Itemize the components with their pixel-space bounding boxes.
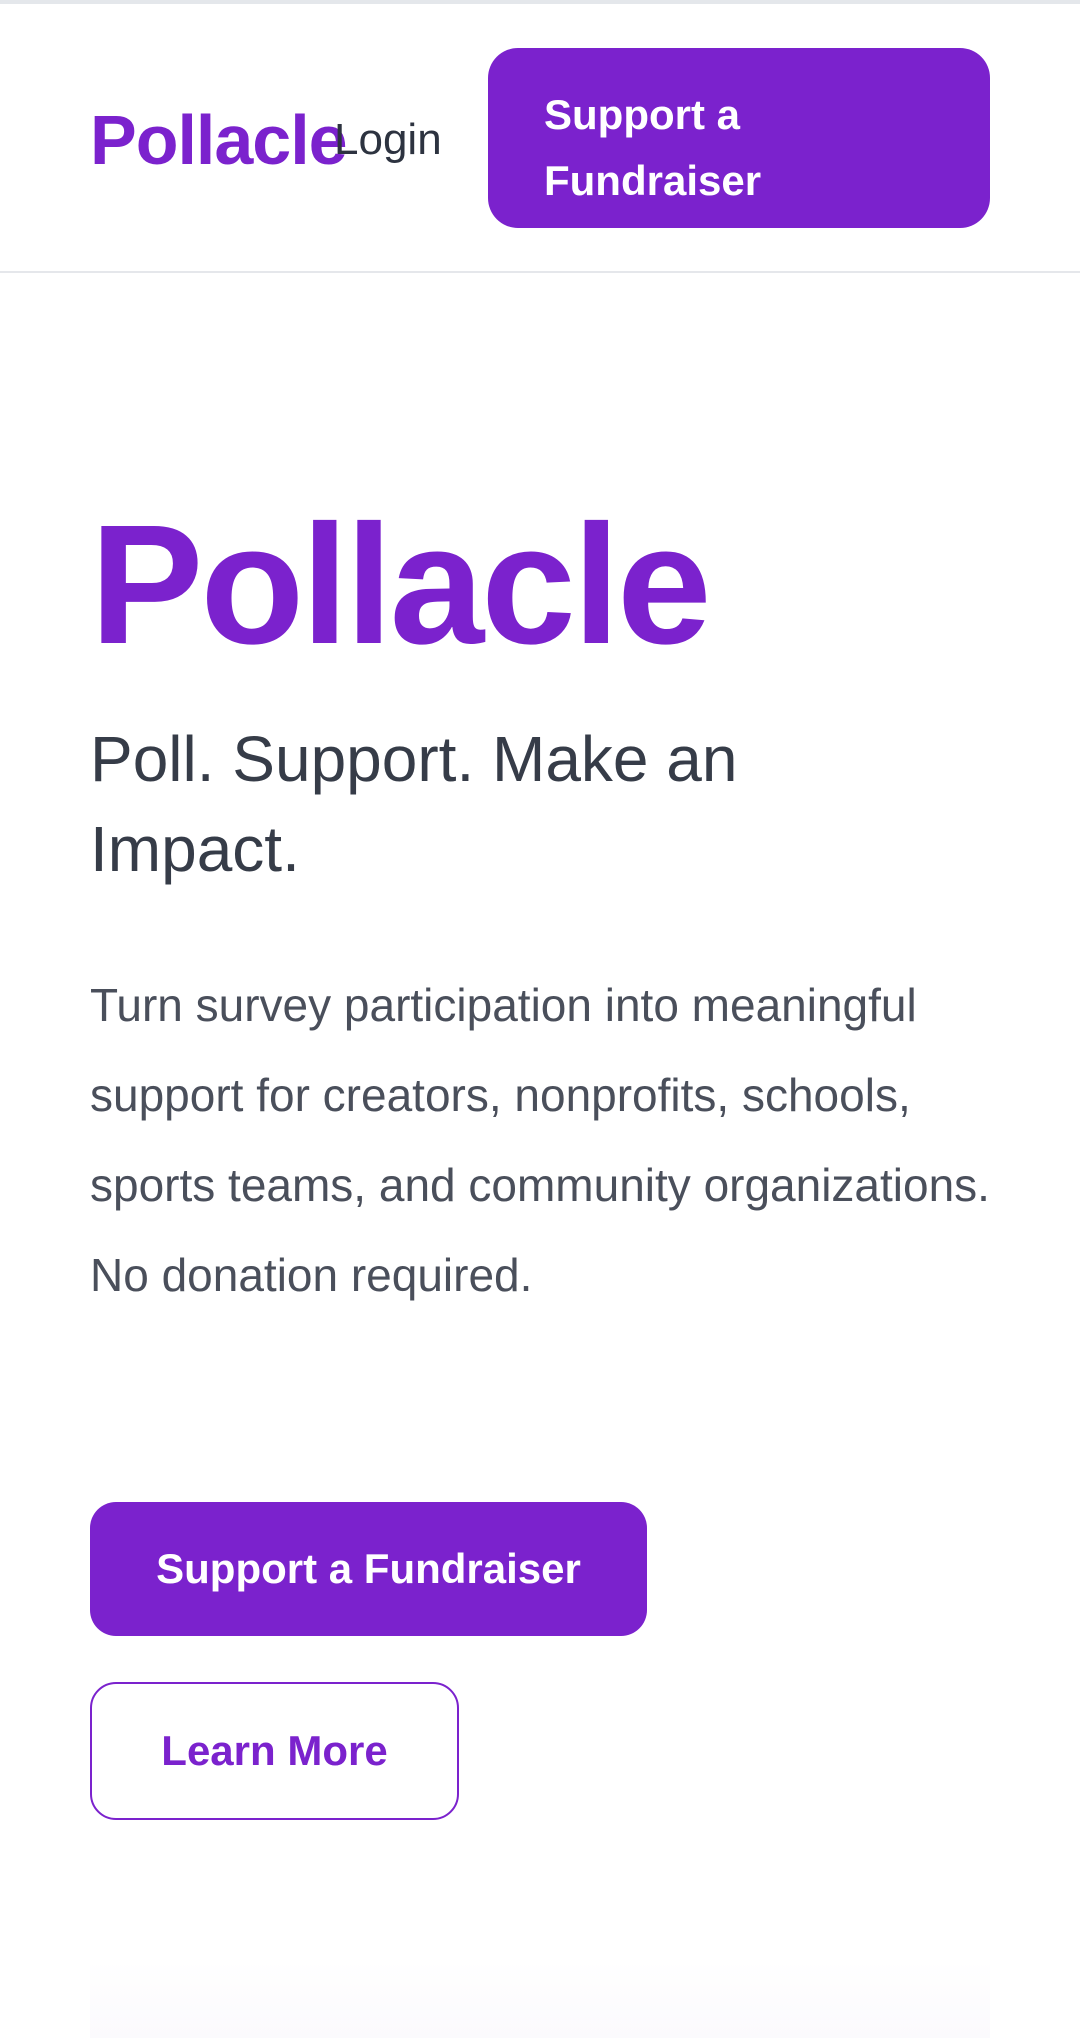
learn-more-button[interactable]: Learn More <box>90 1682 459 1820</box>
header-support-fundraiser-button[interactable]: Support a Fundraiser <box>488 48 990 228</box>
hero-description: Turn survey participation into meaningfu… <box>90 979 990 1301</box>
hero-title: Pollacle <box>90 490 712 680</box>
site-header: Pollacle Login Support a Fundraiser <box>0 4 1080 273</box>
login-link[interactable]: Login <box>334 112 442 168</box>
page: Pollacle Login Support a Fundraiser Poll… <box>0 0 1080 2038</box>
next-section-panel <box>90 1960 990 2038</box>
support-fundraiser-button[interactable]: Support a Fundraiser <box>90 1502 647 1636</box>
hero-tagline: Poll. Support. Make an Impact. <box>90 723 738 885</box>
brand-logo[interactable]: Pollacle <box>90 100 348 180</box>
